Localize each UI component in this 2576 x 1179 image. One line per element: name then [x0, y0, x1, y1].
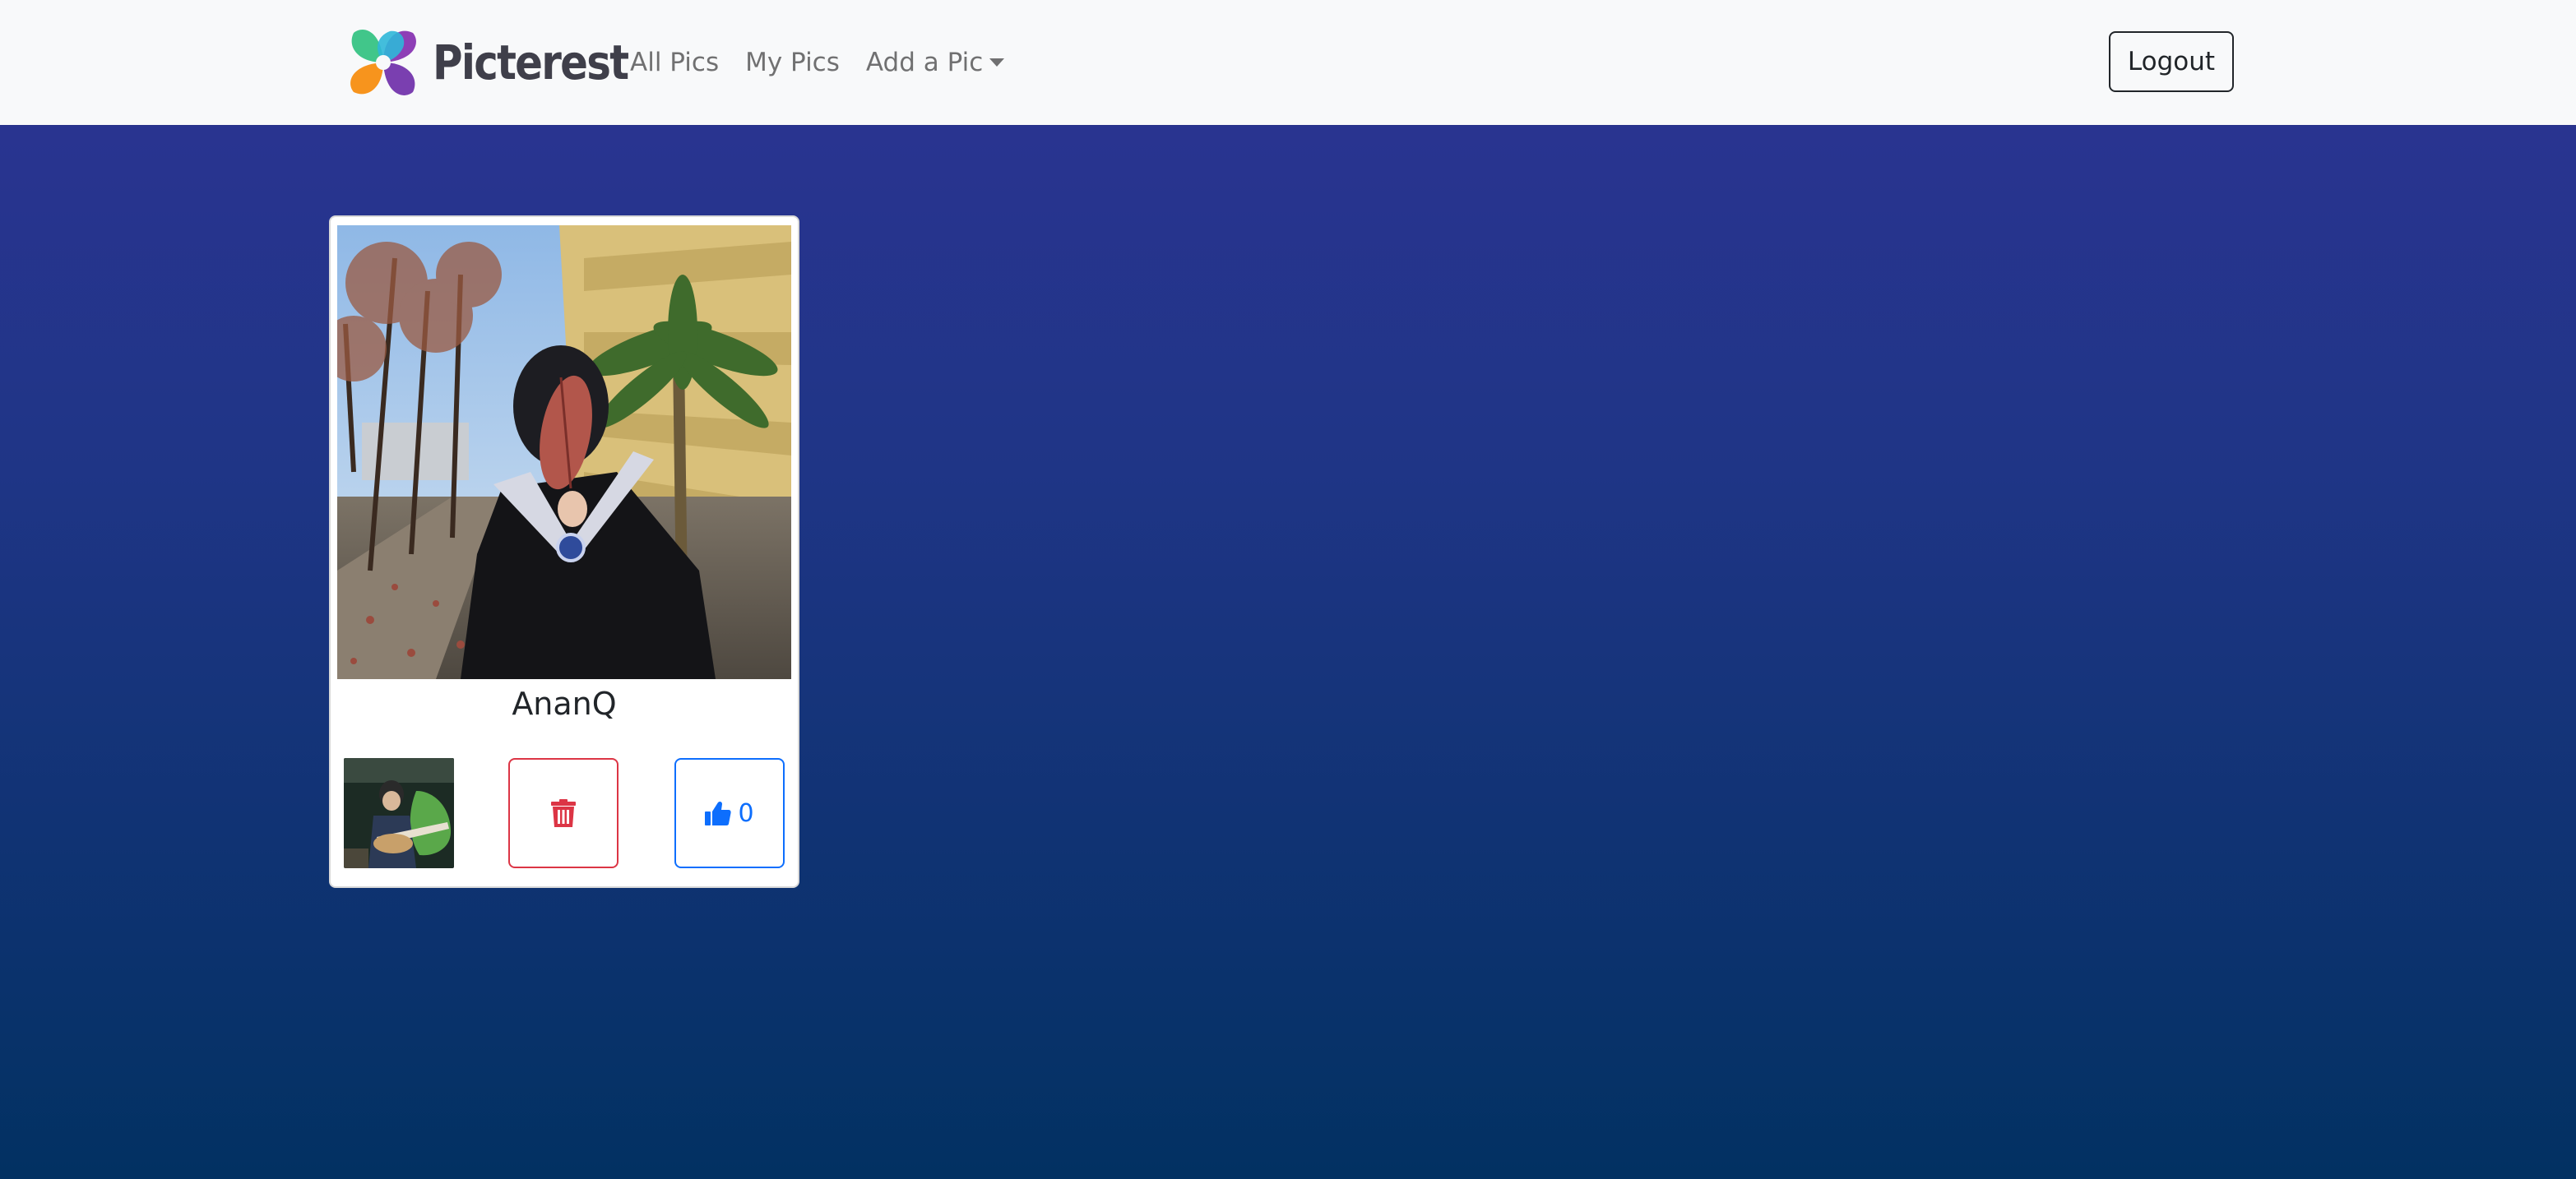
pic-card: AnanQ 0	[329, 215, 799, 888]
thumbs-up-icon	[705, 801, 732, 825]
delete-button[interactable]	[508, 758, 619, 868]
nav-link-my-pics[interactable]: My Pics	[732, 48, 853, 77]
logout-button[interactable]: Logout	[2109, 31, 2234, 92]
nav-dropdown-label: Add a Pic	[865, 48, 984, 77]
navbar: Picterest All Pics My Pics Add a Pic Log…	[0, 0, 2576, 125]
card-title: AnanQ	[512, 686, 617, 722]
brand-name: Picterest	[433, 35, 629, 90]
nav-dropdown-add-a-pic[interactable]: Add a Pic	[853, 48, 1017, 77]
like-button[interactable]: 0	[674, 758, 785, 868]
user-avatar-image	[344, 758, 454, 868]
caret-down-icon	[989, 58, 1005, 67]
brand-logo-link[interactable]: Picterest	[341, 20, 660, 105]
trash-icon	[551, 799, 576, 827]
nav-link-all-pics[interactable]: All Pics	[617, 48, 732, 77]
avatar[interactable]	[344, 758, 454, 868]
like-count: 0	[738, 798, 754, 828]
picterest-logo-icon	[350, 30, 416, 95]
photo-image	[337, 225, 791, 679]
card-photo[interactable]	[337, 225, 791, 679]
nav-links: All Pics My Pics Add a Pic	[617, 0, 1017, 125]
